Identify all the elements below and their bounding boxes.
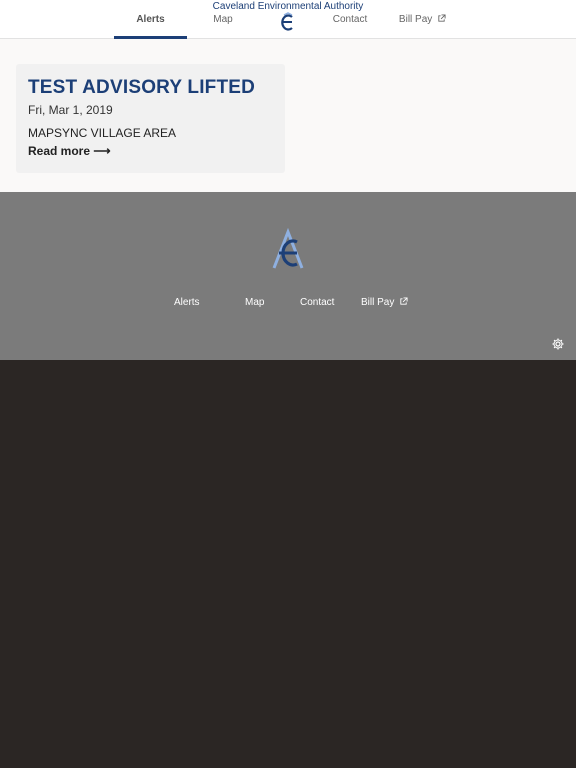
external-link-icon (399, 297, 408, 309)
alert-card[interactable]: TEST ADVISORY LIFTED Fri, Mar 1, 2019 MA… (16, 64, 285, 173)
footer-link-contact[interactable]: Contact (300, 297, 334, 308)
footer-link-bill-pay[interactable]: Bill Pay (361, 297, 408, 309)
site-header: Caveland Environmental Authority Alerts … (0, 0, 576, 39)
nav-map-label: Map (213, 14, 233, 25)
site-footer: Alerts Map Contact Bill Pay (0, 192, 576, 360)
alerts-list: TEST ADVISORY LIFTED Fri, Mar 1, 2019 MA… (0, 39, 576, 192)
footer-bill-pay-label: Bill Pay (361, 297, 395, 308)
logo-icon[interactable] (279, 12, 297, 37)
external-link-icon (437, 14, 446, 26)
alert-date: Fri, Mar 1, 2019 (28, 103, 113, 117)
alert-area: MAPSYNC VILLAGE AREA (28, 126, 177, 140)
nav-alerts[interactable]: Alerts (114, 14, 187, 39)
nav-bill-pay[interactable]: Bill Pay (395, 14, 450, 26)
gear-icon[interactable] (551, 337, 565, 356)
alert-title[interactable]: TEST ADVISORY LIFTED (28, 77, 255, 99)
page-background (0, 360, 576, 768)
nav-bill-pay-label: Bill Pay (398, 14, 433, 25)
footer-link-map[interactable]: Map (245, 297, 264, 308)
nav-alerts-label: Alerts (136, 14, 165, 25)
footer-link-alerts[interactable]: Alerts (174, 297, 200, 308)
read-more-link[interactable]: Read more ⟶ (28, 144, 111, 158)
nav-map[interactable]: Map (205, 14, 241, 25)
nav-contact-label: Contact (332, 14, 368, 25)
footer-logo-icon[interactable] (270, 227, 306, 277)
site-title[interactable]: Caveland Environmental Authority (0, 1, 576, 12)
nav-contact[interactable]: Contact (326, 14, 374, 25)
